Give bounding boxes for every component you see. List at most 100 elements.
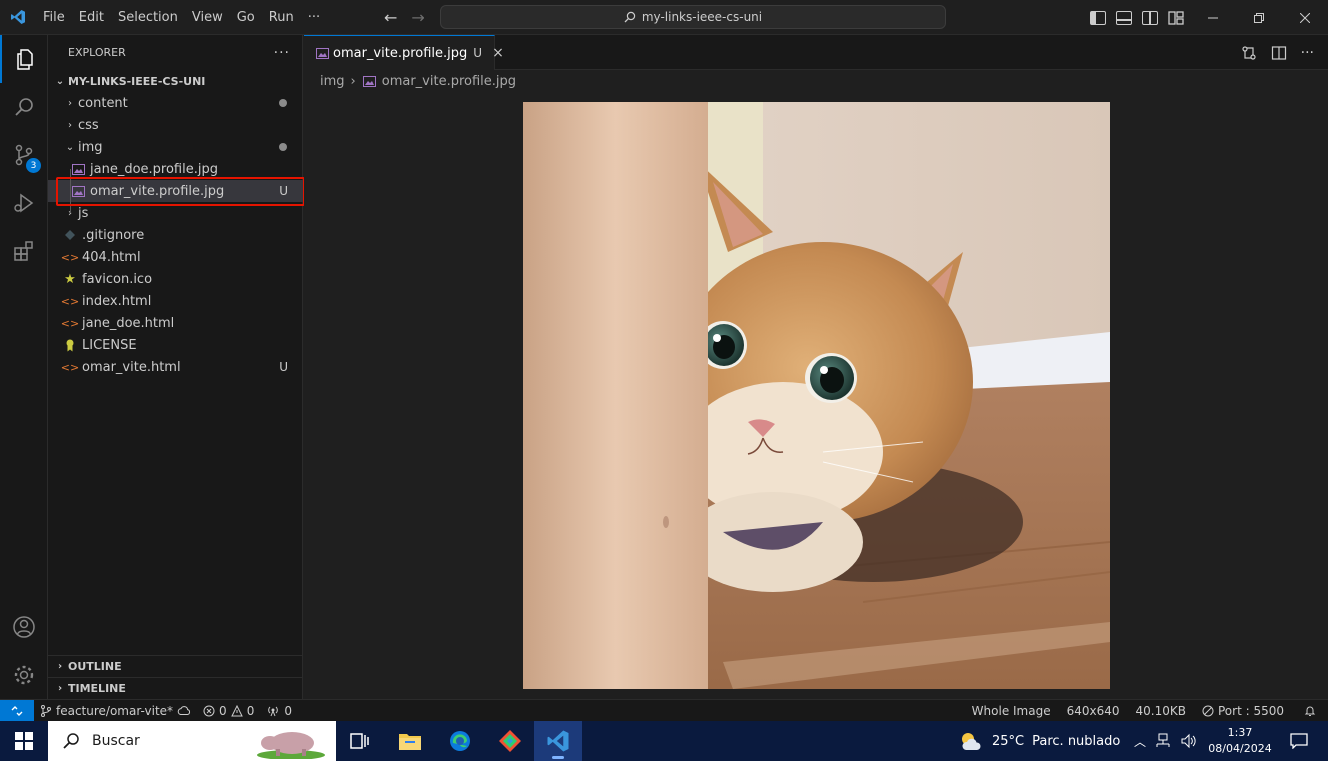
star-icon: ★ xyxy=(64,271,76,287)
toggle-primary-sidebar-icon[interactable] xyxy=(1090,10,1106,25)
git-diamond-icon xyxy=(499,730,521,752)
chevron-up-icon[interactable]: ︿ xyxy=(1134,733,1146,750)
menu-selection[interactable]: Selection xyxy=(111,0,185,35)
tree-item-label: jane_doe.profile.jpg xyxy=(90,161,218,177)
menu-go[interactable]: Go xyxy=(230,0,262,35)
file-explorer-app[interactable] xyxy=(386,721,434,761)
image-dimensions: 640x640 xyxy=(1066,704,1120,718)
restore-button[interactable] xyxy=(1236,0,1282,35)
accounts-activity[interactable] xyxy=(0,603,48,651)
tree-item-label: js xyxy=(78,205,89,221)
vscode-logo-icon xyxy=(0,0,36,35)
source-control-activity[interactable]: 3 xyxy=(0,131,48,179)
toggle-panel-icon[interactable] xyxy=(1116,10,1132,25)
tree-item-jane-doe-profile-jpg[interactable]: jane_doe.profile.jpg xyxy=(48,158,303,180)
menu-more[interactable]: ··· xyxy=(301,0,327,35)
explorer-more-actions[interactable]: ··· xyxy=(274,45,290,61)
notification-center-button[interactable] xyxy=(1284,721,1314,761)
chevron-right-icon: › xyxy=(68,97,72,109)
close-icon[interactable]: × xyxy=(492,45,504,61)
bell-icon xyxy=(1304,706,1316,716)
status-bar: feacture/omar-vite* 0 0 0 Whole Image 64… xyxy=(0,699,1328,722)
weather-widget[interactable]: 25°C Parc. nublado xyxy=(958,721,1120,761)
menu-file[interactable]: File xyxy=(36,0,72,35)
toggle-secondary-sidebar-icon[interactable] xyxy=(1142,10,1158,25)
timeline-label: TIMELINE xyxy=(68,682,126,695)
breadcrumb-file[interactable]: omar_vite.profile.jpg xyxy=(382,74,516,89)
sync-cloud-icon[interactable] xyxy=(177,705,191,717)
minimize-button[interactable] xyxy=(1190,0,1236,35)
volume-icon[interactable] xyxy=(1180,733,1198,749)
notifications-bell[interactable] xyxy=(1290,705,1328,717)
tree-item-content[interactable]: › content xyxy=(48,92,303,114)
extensions-activity[interactable] xyxy=(0,227,48,275)
windows-taskbar: Buscar 25°C Parc. nublado ︿ 1:37 08/04/2… xyxy=(0,721,1328,761)
customize-layout-icon[interactable] xyxy=(1168,10,1184,25)
taskbar-search[interactable]: Buscar xyxy=(48,721,336,761)
source-control-badge: 3 xyxy=(26,158,41,173)
clock-time: 1:37 xyxy=(1227,726,1253,739)
breadcrumb-folder[interactable]: img xyxy=(320,74,345,89)
git-kraken-app[interactable] xyxy=(486,721,534,761)
untracked-badge: U xyxy=(279,184,288,198)
tree-item-label: img xyxy=(78,139,103,155)
tree-item-404-html[interactable]: <> 404.html xyxy=(48,246,303,268)
error-count: 0 xyxy=(219,703,227,718)
back-arrow-icon[interactable]: ← xyxy=(384,8,397,27)
windows-logo-icon xyxy=(15,732,33,750)
tree-item-css[interactable]: › css xyxy=(48,114,303,136)
modified-dot xyxy=(279,99,287,107)
run-debug-activity[interactable] xyxy=(0,179,48,227)
broadcast-icon xyxy=(268,706,279,716)
remote-indicator[interactable] xyxy=(0,699,34,722)
task-view-button[interactable] xyxy=(336,721,384,761)
workspace-root[interactable]: ⌄ MY-LINKS-IEEE-CS-UNI xyxy=(48,70,303,92)
manage-activity[interactable] xyxy=(0,651,48,699)
search-activity[interactable] xyxy=(0,83,48,131)
menu-edit[interactable]: Edit xyxy=(72,0,111,35)
tree-item-jane-doe-html[interactable]: <> jane_doe.html xyxy=(48,312,303,334)
explorer-activity[interactable] xyxy=(0,35,48,83)
problems-indicator[interactable]: 0 0 xyxy=(197,704,260,718)
weather-temperature: 25°C xyxy=(992,733,1025,749)
tab-untracked-badge: U xyxy=(473,46,483,60)
edge-browser-app[interactable] xyxy=(436,721,484,761)
warning-count: 0 xyxy=(246,703,255,718)
split-editor-icon[interactable] xyxy=(1271,45,1287,61)
live-server-port[interactable]: Port : 5500 xyxy=(1196,704,1290,718)
branch-indicator[interactable]: feacture/omar-vite* xyxy=(34,704,197,718)
tree-item-label: content xyxy=(78,95,128,111)
tree-item-omar-vite-html[interactable]: <> omar_vite.html U xyxy=(48,356,303,378)
ports-count: 0 xyxy=(284,703,292,718)
command-center-search[interactable]: my-links-ieee-cs-uni xyxy=(440,5,946,29)
tab-omar-vite-profile-jpg[interactable]: omar_vite.profile.jpg U × xyxy=(304,35,504,70)
tree-item-js[interactable]: › js xyxy=(48,202,303,224)
open-changes-icon[interactable] xyxy=(1241,45,1257,61)
live-server-port-label: Port : 5500 xyxy=(1218,704,1284,718)
forward-arrow-icon[interactable]: → xyxy=(411,8,424,27)
tree-item-gitignore[interactable]: .gitignore xyxy=(48,224,303,246)
tree-item-favicon-ico[interactable]: ★ favicon.ico xyxy=(48,268,303,290)
image-file-icon xyxy=(316,47,329,59)
tree-item-omar-vite-profile-jpg[interactable]: omar_vite.profile.jpg U xyxy=(48,180,303,202)
clock-date: 08/04/2024 xyxy=(1208,742,1272,755)
folder-icon xyxy=(399,734,421,750)
outline-section[interactable]: › OUTLINE xyxy=(48,655,303,677)
close-window-button[interactable] xyxy=(1282,0,1328,35)
menu-view[interactable]: View xyxy=(185,0,230,35)
vscode-taskbar-app[interactable] xyxy=(534,721,582,761)
menu-run[interactable]: Run xyxy=(262,0,301,35)
timeline-section[interactable]: › TIMELINE xyxy=(48,677,303,699)
edge-icon xyxy=(450,731,470,751)
network-icon[interactable] xyxy=(1154,733,1172,749)
tree-item-index-html[interactable]: <> index.html xyxy=(48,290,303,312)
warning-icon xyxy=(230,704,243,716)
tree-item-license[interactable]: LICENSE xyxy=(48,334,303,356)
taskbar-clock[interactable]: 1:37 08/04/2024 xyxy=(1206,725,1274,757)
weather-description: Parc. nublado xyxy=(1032,733,1121,749)
ports-indicator[interactable]: 0 xyxy=(260,704,298,718)
editor-more-actions-icon[interactable]: ··· xyxy=(1301,45,1314,61)
zoom-indicator[interactable]: Whole Image xyxy=(966,704,1061,718)
tree-item-img[interactable]: ⌄ img xyxy=(48,136,303,158)
start-button[interactable] xyxy=(0,721,48,761)
